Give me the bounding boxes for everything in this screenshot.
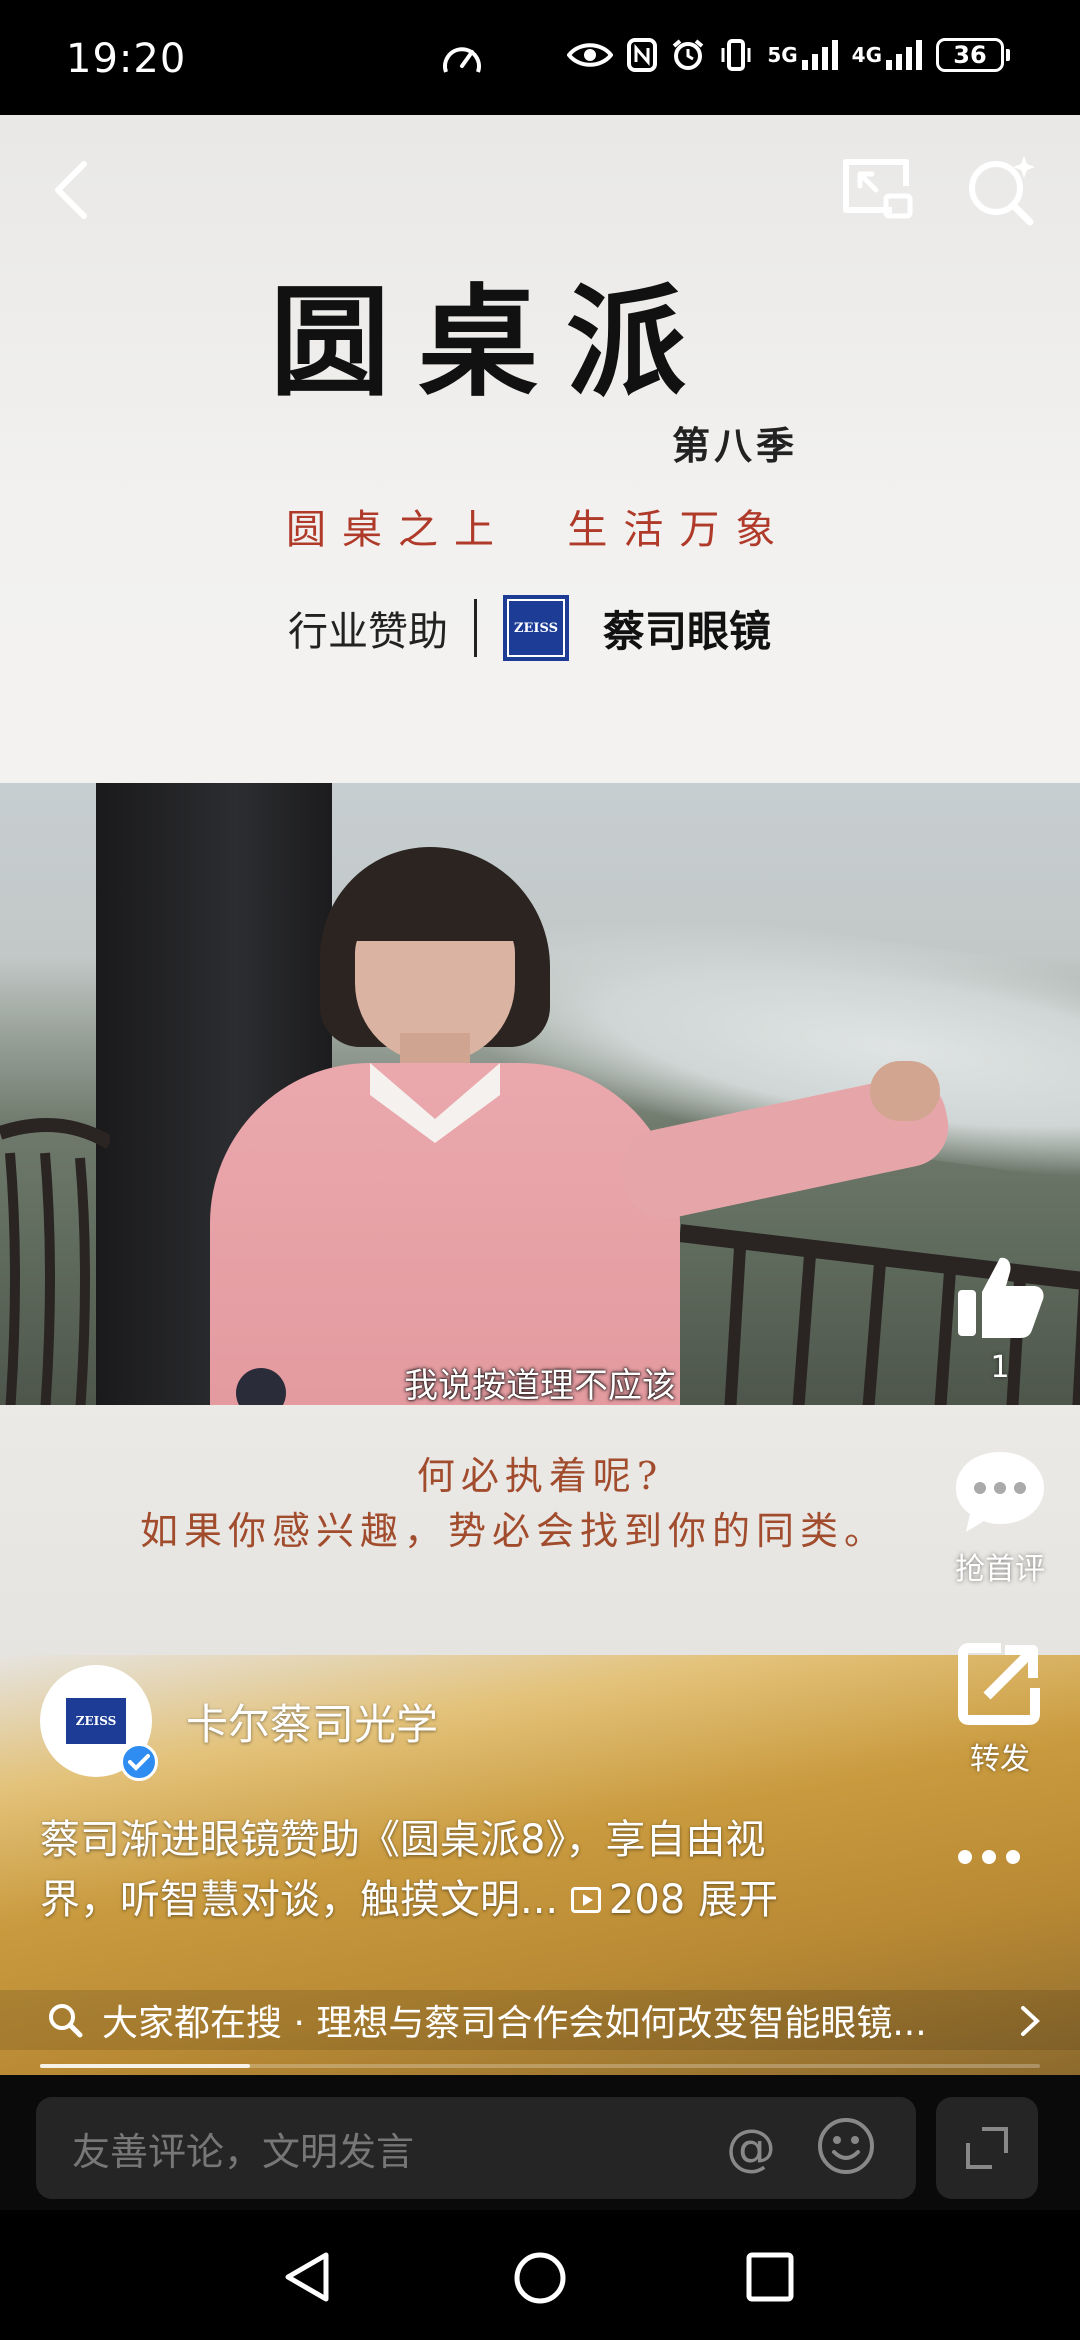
picture-in-picture-button[interactable] [836,150,916,230]
season-label: 第八季 [672,423,799,468]
video-caption[interactable]: 蔡司渐进眼镜赞助《圆桌派8》，享自由视 界，听智慧对谈，触摸文明... 208 … [40,1810,920,1930]
show-title: 圆桌派 [270,272,714,413]
progress-fill [40,2064,250,2068]
triangle-back-icon [285,2252,329,2302]
divider [474,599,477,657]
vibrate-icon [719,38,753,72]
back-button[interactable] [40,150,100,230]
chevron-right-icon [1021,2006,1040,2036]
search-suggestion-text: 大家都在搜 · 理想与蔡司合作会如何改变智能眼镜... [102,2003,927,2044]
sponsor-brand: 蔡司眼镜 [603,606,772,656]
search-icon [49,2004,83,2038]
search-sparkle-icon [969,156,1035,226]
circle-home-icon [514,2252,566,2304]
signal-icon [801,40,838,70]
speedometer-icon [440,40,484,82]
network-5g: 5G [767,40,838,70]
quote-line-2: 如果你感兴趣，势必会找到你的同类。 [140,1509,889,1553]
quote-line-1: 何必执着呢? [416,1454,664,1498]
network-4g: 4G [852,40,922,70]
status-time: 19:20 [66,36,187,82]
battery-icon: 36 [936,38,1010,72]
video-subtitle: 我说按道理不应该 [404,1366,676,1405]
more-options-button[interactable] [958,1850,1020,1864]
nfc-icon [627,38,658,72]
hand [870,1061,940,1121]
author-row[interactable]: ZEISS 卡尔蔡司光学 [40,1665,438,1781]
comment-input[interactable]: 友善评论，文明发言 @ [36,2097,916,2199]
play-count: 208 [570,1870,686,1930]
like-button[interactable]: 1 [920,1250,1080,1385]
comment-label: 抢首评 [955,1552,1045,1587]
author-name[interactable]: 卡尔蔡司光学 [186,1691,438,1752]
pip-icon [843,159,913,219]
caption-line-2: 界，听智慧对谈，触摸文明... [40,1877,559,1923]
video-frame: 我说按道理不应该 [0,783,1080,1405]
expand-link[interactable]: 展开 [698,1877,778,1923]
mention-button[interactable]: @ [726,2119,776,2177]
system-navigation-bar [0,2210,1080,2340]
play-count-value: 208 [608,1877,686,1923]
thumbs-up-icon [958,1257,1044,1338]
nav-back-button[interactable] [282,2250,334,2308]
video-progress-bar[interactable] [40,2064,1040,2068]
network-5g-label: 5G [767,43,798,67]
nav-recents-button[interactable] [744,2250,796,2308]
zeiss-logo: ZEISS [503,595,569,661]
comment-bubble-icon [956,1452,1044,1532]
verified-icon [120,1743,158,1781]
search-suggestion-bar[interactable]: 大家都在搜 · 理想与蔡司合作会如何改变智能眼镜... [0,1990,1080,2050]
title-card: 圆桌派 第八季 圆桌之上 生活万象 行业赞助 ZEISS 蔡司眼镜 [0,115,1080,783]
battery-level: 36 [936,38,1004,72]
sponsor-label: 行业赞助 [288,609,448,655]
eye-icon [567,40,614,70]
emoji-button[interactable] [816,2116,876,2180]
share-button[interactable]: 转发 [920,1640,1080,1778]
signal-icon [886,40,922,70]
chevron-left-icon [55,161,87,219]
network-4g-label: 4G [851,43,882,67]
caption-line-1: 蔡司渐进眼镜赞助《圆桌派8》，享自由视 [40,1817,766,1863]
play-icon [570,1887,601,1913]
avatar[interactable]: ZEISS [40,1665,158,1781]
share-label: 转发 [970,1742,1030,1777]
emoji-icon [818,2118,874,2174]
square-recents-icon [746,2252,794,2302]
expand-icon [966,2127,1008,2169]
video-player[interactable]: 圆桌派 第八季 圆桌之上 生活万象 行业赞助 ZEISS 蔡司眼镜 我说按道理不… [0,115,1080,2075]
comment-button[interactable]: 抢首评 [920,1448,1080,1588]
slogan: 圆桌之上 生活万象 [286,507,792,553]
caption-line-2-row: 界，听智慧对谈，触摸文明... 208 展开 [40,1870,920,1930]
search-button[interactable] [962,152,1040,230]
avatar-zeiss-logo: ZEISS [66,1698,126,1744]
status-bar: 19:20 5G 4G 36 [0,0,1080,115]
comment-input-bar: 友善评论，文明发言 @ [0,2075,1080,2210]
fullscreen-comment-button[interactable] [936,2097,1038,2199]
alarm-icon [671,38,705,72]
comment-placeholder: 友善评论，文明发言 [72,2129,415,2174]
share-icon [958,1643,1040,1725]
speaker [150,803,956,1405]
more-dot-icon [1006,1850,1020,1864]
sponsor-row: 行业赞助 ZEISS 蔡司眼镜 [288,595,771,661]
more-dot-icon [958,1850,972,1864]
like-count: 1 [990,1350,1010,1385]
nav-home-button[interactable] [512,2250,568,2310]
more-dot-icon [982,1850,996,1864]
